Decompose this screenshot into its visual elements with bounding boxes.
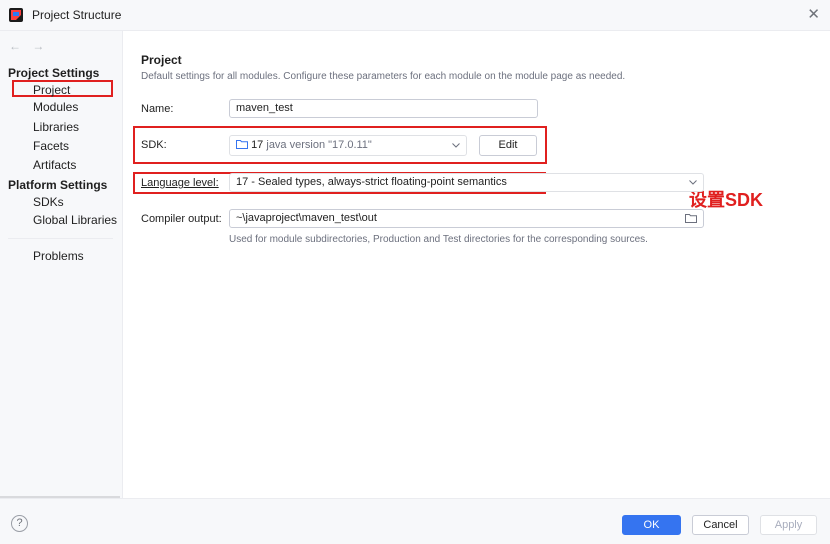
cancel-button[interactable]: Cancel bbox=[692, 515, 749, 535]
window-title: Project Structure bbox=[32, 8, 122, 22]
sdk-select[interactable]: 17 java version "17.0.11" bbox=[229, 135, 467, 156]
sidebar-item-global-libraries[interactable]: Global Libraries bbox=[33, 213, 117, 227]
compiler-output-field[interactable]: ~\javaproject\maven_test\out bbox=[229, 209, 704, 228]
sidebar-item-sdks[interactable]: SDKs bbox=[33, 195, 64, 209]
sidebar-item-libraries[interactable]: Libraries bbox=[33, 120, 79, 134]
sidebar-item-artifacts[interactable]: Artifacts bbox=[33, 158, 76, 172]
sdk-folder-icon bbox=[236, 140, 248, 149]
language-level-label: Language level: bbox=[141, 177, 219, 189]
language-level-select[interactable]: 17 - Sealed types, always-strict floatin… bbox=[229, 173, 704, 192]
name-label: Name: bbox=[141, 103, 174, 115]
sdk-label: SDK: bbox=[141, 139, 167, 151]
sidebar-divider bbox=[8, 238, 113, 239]
page-title: Project bbox=[141, 53, 182, 67]
help-icon[interactable]: ? bbox=[11, 515, 28, 532]
sdk-detail: java version "17.0.11" bbox=[266, 139, 372, 151]
nav-arrows: ← → bbox=[9, 39, 48, 53]
name-field[interactable]: maven_test bbox=[229, 99, 538, 118]
dialog-footer: ? OK Cancel Apply bbox=[0, 498, 830, 544]
forward-arrow-icon[interactable]: → bbox=[32, 39, 48, 53]
sidebar-item-label: Project bbox=[33, 83, 71, 97]
compiler-output-hint: Used for module subdirectories, Producti… bbox=[229, 234, 648, 245]
compiler-output-label: Compiler output: bbox=[141, 213, 222, 225]
page-description: Default settings for all modules. Config… bbox=[141, 71, 626, 82]
platform-settings-header: Platform Settings bbox=[8, 178, 108, 192]
sidebar-item-project[interactable]: Project bbox=[12, 80, 113, 97]
project-settings-header: Project Settings bbox=[8, 66, 100, 80]
chevron-down-icon bbox=[452, 143, 460, 148]
ok-button[interactable]: OK bbox=[622, 515, 681, 535]
language-level-value: 17 - Sealed types, always-strict floatin… bbox=[236, 176, 507, 188]
compiler-output-value: ~\javaproject\maven_test\out bbox=[236, 212, 377, 224]
sidebar-item-modules[interactable]: Modules bbox=[33, 100, 78, 114]
close-icon[interactable]: ✕ bbox=[807, 5, 820, 23]
sdk-edit-button[interactable]: Edit bbox=[479, 135, 537, 156]
apply-button[interactable]: Apply bbox=[760, 515, 817, 535]
folder-icon[interactable] bbox=[685, 213, 697, 223]
main-panel: Project Default settings for all modules… bbox=[123, 31, 830, 498]
app-logo-icon bbox=[9, 8, 23, 22]
sidebar: ← → Project Settings Project Modules Lib… bbox=[0, 31, 123, 501]
sidebar-item-problems[interactable]: Problems bbox=[33, 249, 84, 263]
title-bar: Project Structure ✕ bbox=[0, 0, 830, 31]
chevron-down-icon bbox=[689, 180, 697, 185]
sidebar-item-facets[interactable]: Facets bbox=[33, 139, 69, 153]
sdk-version: 17 bbox=[251, 139, 264, 151]
back-arrow-icon[interactable]: ← bbox=[9, 39, 25, 53]
